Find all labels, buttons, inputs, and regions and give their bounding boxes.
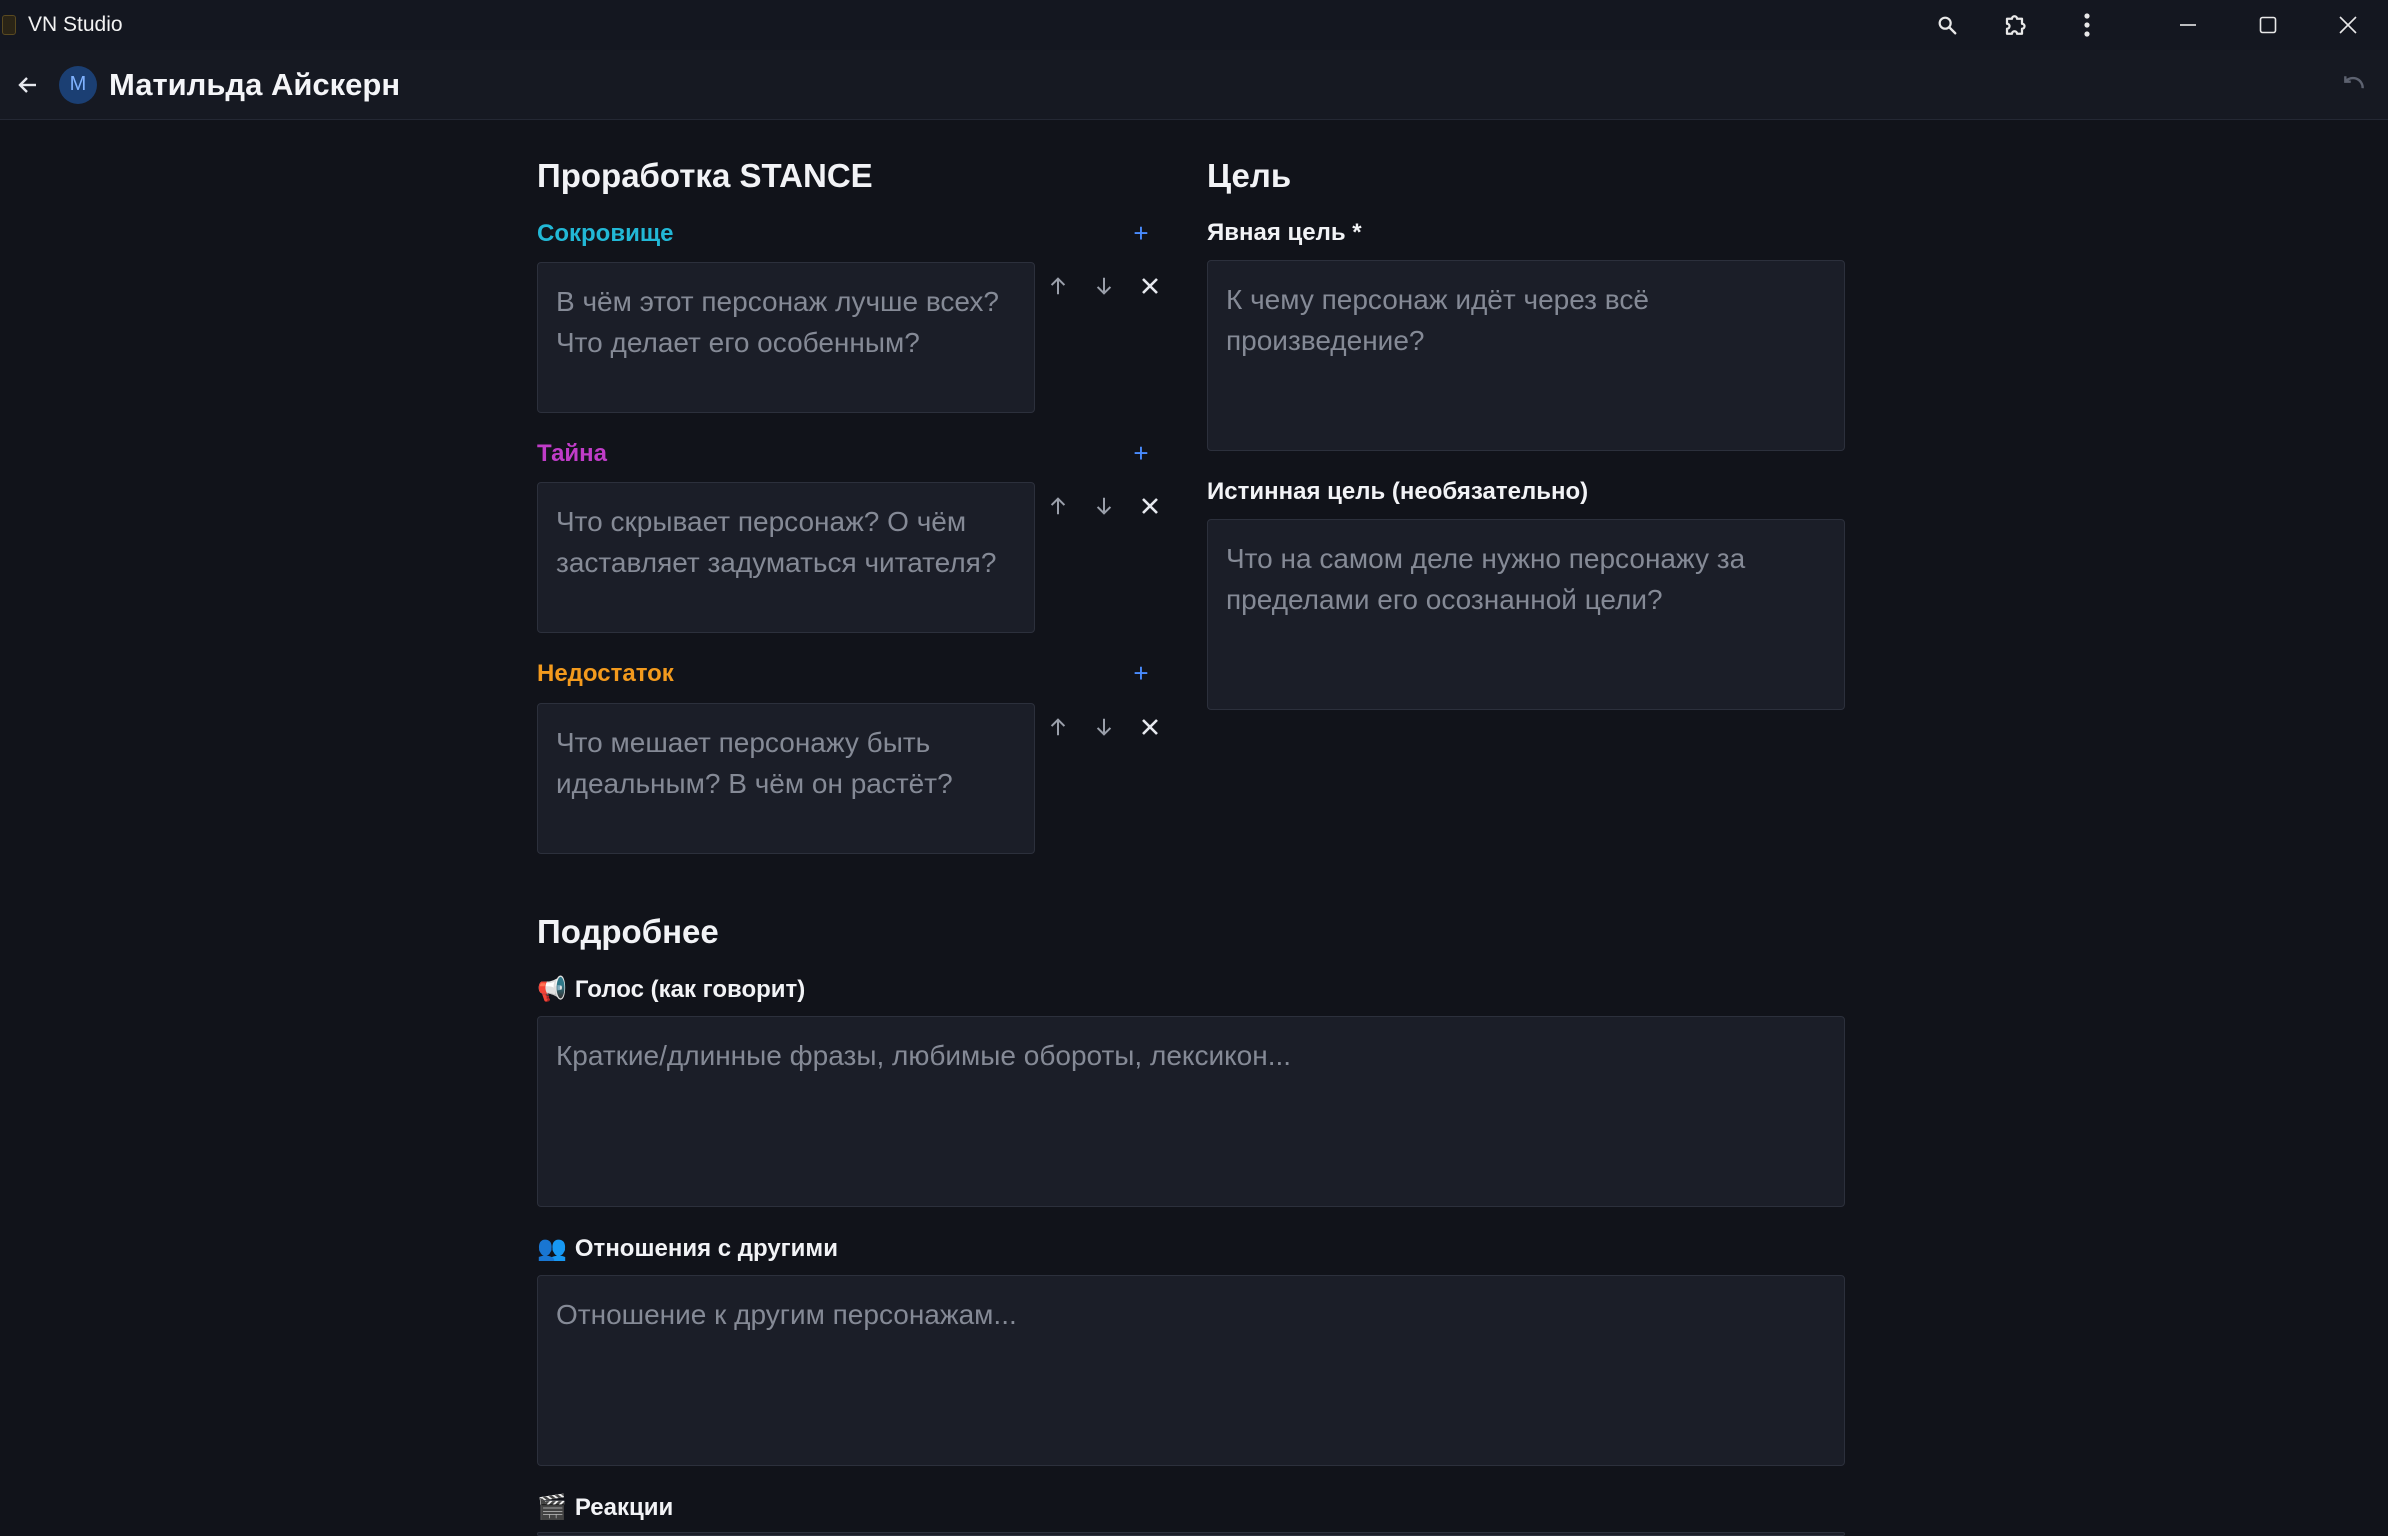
window-titlebar: VN Studio — [0, 0, 2388, 50]
voice-input[interactable]: Краткие/длинные фразы, любимые обороты, … — [537, 1016, 1845, 1207]
extension-icon — [2005, 15, 2026, 35]
stance-label-flaw: Недостаток — [537, 660, 674, 687]
move-down-button[interactable] — [1087, 269, 1121, 303]
minimize-button[interactable] — [2148, 0, 2228, 50]
remove-button[interactable] — [1133, 269, 1167, 303]
maximize-button[interactable] — [2228, 0, 2308, 50]
move-up-button[interactable] — [1041, 710, 1075, 744]
avatar: M — [59, 65, 97, 104]
arrow-up-icon — [1050, 718, 1066, 736]
stance-label-treasure: Сокровище — [537, 220, 674, 247]
extensions-button[interactable] — [1982, 0, 2052, 50]
reactions-input[interactable] — [537, 1532, 1845, 1536]
arrow-up-icon — [1050, 277, 1066, 295]
stance-label-secret: Тайна — [537, 440, 608, 467]
remove-icon — [1142, 719, 1158, 735]
undo-button[interactable] — [2338, 70, 2370, 102]
remove-icon — [1142, 278, 1158, 294]
app-header: M Матильда Айскерн — [0, 50, 2388, 120]
add-flaw-button[interactable]: + — [1126, 658, 1156, 688]
page-title: Матильда Айскерн — [109, 66, 401, 102]
window-title: VN Studio — [28, 13, 123, 36]
move-down-button[interactable] — [1087, 489, 1121, 523]
add-treasure-button[interactable]: + — [1126, 218, 1156, 248]
megaphone-icon: 📢 — [537, 976, 567, 1003]
explicit-goal-label: Явная цель * — [1207, 219, 1362, 246]
app-icon — [2, 15, 16, 35]
close-icon — [2339, 16, 2357, 34]
remove-button[interactable] — [1133, 710, 1167, 744]
remove-button[interactable] — [1133, 489, 1167, 523]
more-vert-icon — [2084, 13, 2090, 37]
undo-icon — [2344, 76, 2364, 89]
flaw-input[interactable]: Что мешает персонажу быть идеальным? В ч… — [537, 703, 1035, 854]
relations-label: 👥 Отношения с другими — [537, 1234, 838, 1263]
minimize-icon — [2180, 24, 2196, 26]
voice-label: 📢 Голос (как говорит) — [537, 975, 806, 1004]
search-icon — [1938, 16, 1957, 35]
details-section-title: Подробнее — [537, 913, 719, 950]
back-arrow-icon — [18, 76, 36, 93]
arrow-down-icon — [1096, 718, 1112, 736]
search-button[interactable] — [1912, 0, 1982, 50]
true-goal-input[interactable]: Что на самом деле нужно персонажу за пре… — [1207, 519, 1845, 710]
reactions-label: 🎬 Реакции — [537, 1493, 674, 1522]
move-up-button[interactable] — [1041, 489, 1075, 523]
secret-input[interactable]: Что скрывает персонаж? О чём заставляет … — [537, 482, 1035, 633]
move-down-button[interactable] — [1087, 710, 1121, 744]
arrow-down-icon — [1096, 277, 1112, 295]
goal-section-title: Цель — [1207, 157, 1292, 194]
remove-icon — [1142, 498, 1158, 514]
move-up-button[interactable] — [1041, 269, 1075, 303]
maximize-icon — [2259, 16, 2277, 34]
arrow-down-icon — [1096, 497, 1112, 515]
close-window-button[interactable] — [2308, 0, 2388, 50]
back-button[interactable] — [13, 70, 43, 100]
relations-input[interactable]: Отношение к другим персонажам... — [537, 1275, 1845, 1466]
treasure-input[interactable]: В чём этот персонаж лучше всех? Что дела… — [537, 262, 1035, 413]
stance-section-title: Проработка STANCE — [537, 157, 873, 194]
arrow-up-icon — [1050, 497, 1066, 515]
more-menu-button[interactable] — [2052, 0, 2122, 50]
add-secret-button[interactable]: + — [1126, 438, 1156, 468]
explicit-goal-input[interactable]: К чему персонаж идёт через всё произведе… — [1207, 260, 1845, 451]
true-goal-label: Истинная цель (необязательно) — [1207, 478, 1589, 505]
clapperboard-icon: 🎬 — [537, 1494, 567, 1521]
people-icon: 👥 — [537, 1235, 567, 1262]
